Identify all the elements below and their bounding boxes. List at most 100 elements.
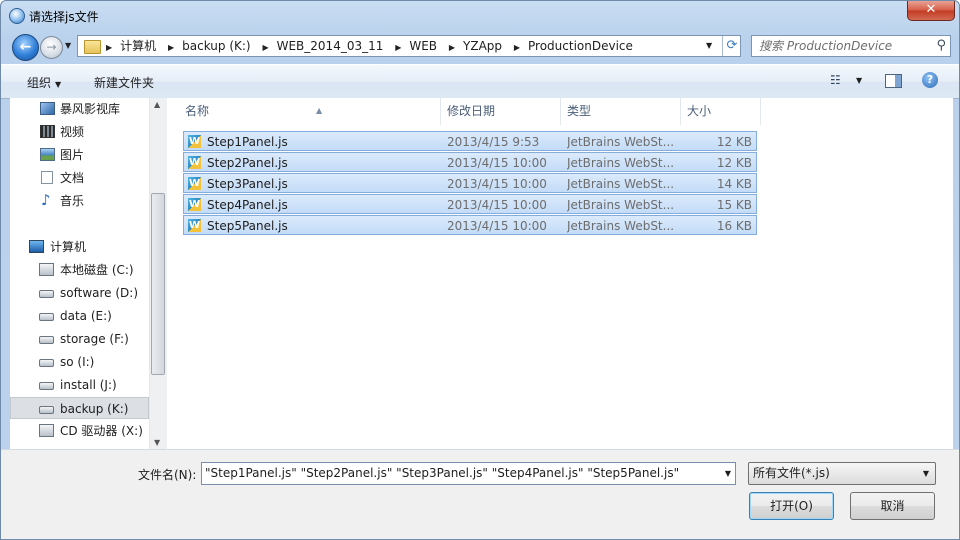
file-type: JetBrains WebSt...: [567, 177, 675, 191]
sidebar-item-drive-k[interactable]: backup (K:): [10, 397, 149, 419]
system-drive-icon: [39, 263, 54, 276]
scroll-up-icon[interactable]: ▲: [154, 100, 160, 109]
view-options-dropdown[interactable]: ▼: [856, 76, 862, 85]
file-type: JetBrains WebSt...: [567, 135, 675, 149]
filetype-select[interactable]: 所有文件(*.js) ▼: [748, 462, 936, 485]
computer-icon: [29, 240, 44, 253]
organize-button[interactable]: 组织 ▼: [27, 74, 61, 91]
close-button[interactable]: ✕: [907, 1, 955, 21]
file-date: 2013/4/15 10:00: [447, 219, 547, 233]
new-folder-button[interactable]: 新建文件夹: [94, 74, 154, 91]
sidebar-item-label: backup (K:): [60, 402, 129, 416]
sidebar-item-baofeng-library[interactable]: 暴风影视库: [10, 98, 149, 120]
chevron-down-icon: ▼: [922, 469, 929, 478]
address-history-dropdown[interactable]: ▼: [706, 41, 712, 50]
help-icon[interactable]: ?: [922, 72, 938, 88]
webstorm-file-icon: W: [188, 219, 201, 232]
webstorm-file-icon: W: [188, 177, 201, 190]
back-button[interactable]: ←: [12, 34, 39, 61]
chevron-right-icon[interactable]: ▶: [262, 43, 268, 52]
chevron-right-icon[interactable]: ▶: [449, 43, 455, 52]
sidebar-item-label: 视频: [60, 125, 85, 139]
chevron-right-icon[interactable]: ▶: [106, 43, 112, 52]
recent-locations-dropdown[interactable]: ▼: [65, 41, 71, 50]
filename-history-dropdown[interactable]: ▼: [725, 463, 731, 484]
sidebar-item-drive-c[interactable]: 本地磁盘 (C:): [10, 259, 149, 281]
sidebar-item-videos[interactable]: 视频: [10, 121, 149, 143]
column-header-name[interactable]: 名称 ▲: [179, 98, 441, 125]
view-options-icon[interactable]: ☷: [830, 73, 841, 87]
title-bar[interactable]: 请选择js文件 ✕: [1, 1, 959, 31]
sidebar-item-label: CD 驱动器 (X:): [60, 424, 143, 438]
search-icon[interactable]: ⚲: [936, 38, 946, 53]
webstorm-file-icon: W: [188, 198, 201, 211]
cancel-button[interactable]: 取消: [850, 492, 935, 520]
sidebar-item-pictures[interactable]: 图片: [10, 144, 149, 166]
sort-ascending-icon: ▲: [316, 106, 323, 115]
address-bar[interactable]: ▶ 计算机 ▶ backup (K:) ▶ WEB_2014_03_11 ▶ WEB ▶…: [77, 35, 741, 57]
breadcrumb-item-web-2014[interactable]: WEB_2014_03_11: [277, 39, 384, 53]
sidebar-item-documents[interactable]: 文档: [10, 167, 149, 189]
file-name: Step2Panel.js: [207, 156, 288, 170]
dialog-footer: 文件名(N): "Step1Panel.js" "Step2Panel.js" …: [1, 449, 959, 539]
column-header-name-label: 名称: [185, 104, 210, 118]
chevron-right-icon[interactable]: ▶: [395, 43, 401, 52]
forward-button[interactable]: →: [40, 36, 63, 59]
navigation-scrollbar[interactable]: ▲ ▼: [149, 98, 167, 449]
file-date: 2013/4/15 9:53: [447, 135, 540, 149]
file-name: Step5Panel.js: [207, 219, 288, 233]
organize-label: 组织: [27, 76, 52, 90]
file-row[interactable]: W Step1Panel.js 2013/4/15 9:53 JetBrains…: [183, 131, 757, 151]
file-row[interactable]: W Step2Panel.js 2013/4/15 10:00 JetBrain…: [183, 152, 757, 172]
sidebar-item-label: 文档: [60, 171, 85, 185]
breadcrumb-item-computer[interactable]: 计算机: [120, 39, 156, 53]
sidebar-item-drive-e[interactable]: data (E:): [10, 305, 149, 327]
hard-drive-icon: [39, 336, 54, 344]
dialog-icon: [9, 8, 25, 24]
sidebar-item-label: 暴风影视库: [60, 102, 121, 116]
sidebar-item-drive-i[interactable]: so (I:): [10, 351, 149, 373]
window-title: 请选择js文件: [29, 10, 99, 24]
sidebar-item-drive-d[interactable]: software (D:): [10, 282, 149, 304]
sidebar-item-drive-x[interactable]: CD 驱动器 (X:): [10, 420, 149, 442]
music-library-icon: ♪: [41, 191, 51, 209]
sidebar-item-music[interactable]: ♪ 音乐: [10, 190, 149, 212]
breadcrumb-item-productiondevice[interactable]: ProductionDevice: [528, 39, 633, 53]
chevron-down-icon: ▼: [55, 80, 62, 89]
sidebar-item-drive-f[interactable]: storage (F:): [10, 328, 149, 350]
sidebar-item-label: so (I:): [60, 355, 95, 369]
file-list[interactable]: 名称 ▲ 修改日期 类型 大小 W Step1Panel.js 2013/4/1…: [167, 98, 953, 449]
sidebar-item-label: software (D:): [60, 286, 138, 300]
scrollbar-thumb[interactable]: [151, 193, 165, 375]
file-size: 12 KB: [716, 156, 752, 170]
column-header-type[interactable]: 类型: [561, 98, 681, 125]
file-type: JetBrains WebSt...: [567, 219, 675, 233]
refresh-icon[interactable]: ⟳: [722, 36, 741, 56]
file-row[interactable]: W Step5Panel.js 2013/4/15 10:00 JetBrain…: [183, 215, 757, 235]
sidebar-item-label: storage (F:): [60, 332, 129, 346]
chevron-right-icon[interactable]: ▶: [514, 43, 520, 52]
file-size: 14 KB: [716, 177, 752, 191]
file-row[interactable]: W Step4Panel.js 2013/4/15 10:00 JetBrain…: [183, 194, 757, 214]
preview-pane-icon[interactable]: [885, 74, 902, 88]
file-name: Step1Panel.js: [207, 135, 288, 149]
pictures-library-icon: [40, 148, 55, 161]
file-date: 2013/4/15 10:00: [447, 198, 547, 212]
breadcrumb-item-yzapp[interactable]: YZApp: [463, 39, 502, 53]
breadcrumb-item-web[interactable]: WEB: [409, 39, 437, 53]
search-input[interactable]: 搜索 ProductionDevice ⚲: [751, 35, 951, 57]
column-header-date[interactable]: 修改日期: [441, 98, 561, 125]
file-type: JetBrains WebSt...: [567, 198, 675, 212]
sidebar-item-label: data (E:): [60, 309, 112, 323]
sidebar-item-computer[interactable]: 计算机: [10, 236, 149, 258]
file-row[interactable]: W Step3Panel.js 2013/4/15 10:00 JetBrain…: [183, 173, 757, 193]
open-button[interactable]: 打开(O): [749, 492, 834, 520]
filename-input[interactable]: "Step1Panel.js" "Step2Panel.js" "Step3Pa…: [201, 462, 736, 485]
breadcrumb-item-backup[interactable]: backup (K:): [182, 39, 250, 53]
sidebar-item-label: install (J:): [60, 378, 117, 392]
chevron-right-icon[interactable]: ▶: [168, 43, 174, 52]
sidebar-item-drive-j[interactable]: install (J:): [10, 374, 149, 396]
file-name: Step4Panel.js: [207, 198, 288, 212]
scroll-down-icon[interactable]: ▼: [154, 438, 160, 447]
column-header-size[interactable]: 大小: [681, 98, 761, 125]
